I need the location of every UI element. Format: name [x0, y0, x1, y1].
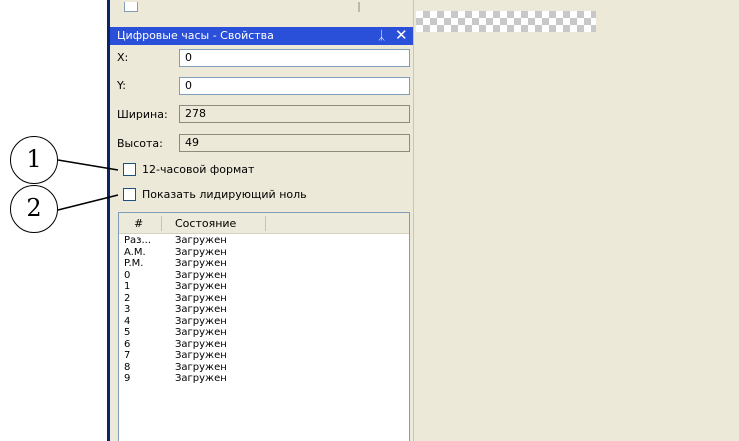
- leader-line-1: [57, 159, 119, 171]
- callout-marker-2: 2: [10, 185, 58, 233]
- callout-leaders: [57, 159, 119, 211]
- leader-line-2: [57, 194, 119, 211]
- callout-marker-1: 1: [10, 136, 58, 184]
